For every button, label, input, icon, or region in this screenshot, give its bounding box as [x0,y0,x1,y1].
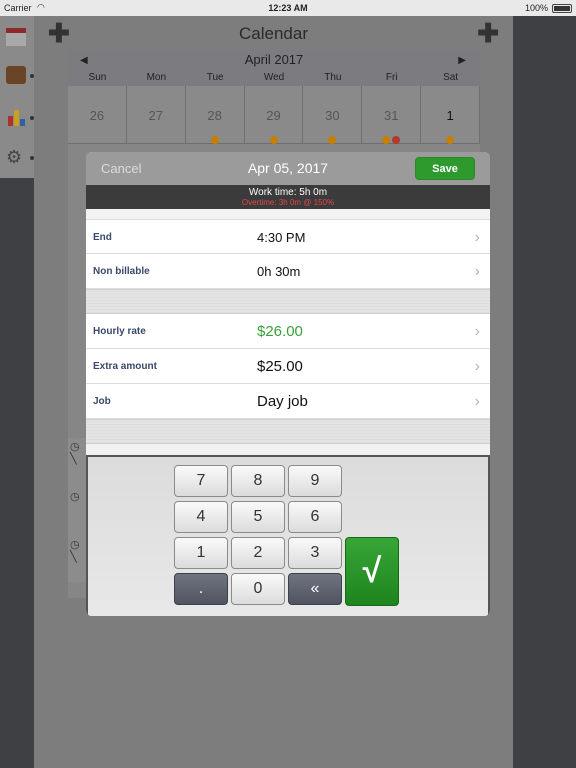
event-dot [392,136,401,144]
background-strip [513,16,576,768]
event-dot [328,136,337,144]
row-value: 0h 30m [257,264,301,279]
weekday-label: Fri [385,72,398,83]
day-number: 31 [383,108,399,123]
row-label: Job [93,396,111,407]
calendar-day[interactable]: 30 [303,86,363,144]
sidebar: ⚙ [0,16,34,178]
gear-icon[interactable]: ⚙ [6,148,26,166]
section-separator [86,289,490,314]
month-label: April 2017 [244,52,304,67]
status-time: 12:23 AM [268,3,308,13]
event-dots [421,131,479,149]
calendar-day[interactable]: 26 [68,86,127,144]
day-number: 30 [325,108,340,123]
event-dots [362,131,420,149]
day-number: 29 [266,108,281,123]
save-button[interactable]: Save [415,157,475,180]
key-5-button[interactable]: 5 [231,501,285,533]
chevron-right-icon: › [474,263,480,280]
event-dots [186,131,244,149]
weekday-label: Sat [443,72,459,83]
battery-icon [552,4,572,13]
event-dots [303,131,361,149]
briefcase-icon[interactable] [6,66,26,84]
job-row[interactable]: Job Day job › [86,384,490,419]
row-label: Hourly rate [93,326,146,337]
calendar-day[interactable]: 31 [362,86,422,144]
weekday-label: Wed [263,72,285,83]
form-rows: End 4:30 PM › Non billable 0h 30m › Hour… [86,209,490,444]
weekday-label: Mon [146,72,167,83]
section-separator [86,419,490,444]
weekday-row: Sun Mon Tue Wed Thu Fri Sat [68,72,480,83]
page-title: Calendar [239,24,308,43]
event-dots [245,131,303,149]
status-bar: Carrier ◠ 12:23 AM 100% [0,0,576,16]
timeline-icons: ◷ ╲ ◷ ◷ ╲ [68,438,86,582]
row-value: Day job [257,393,308,410]
next-month-icon[interactable]: ▶ [458,55,466,66]
calendar-header: ◀ April 2017 ▶ Sun Mon Tue Wed Thu Fri Sat [68,50,480,86]
chevron-right-icon: › [474,393,480,410]
key-decimal-button[interactable]: . [174,573,228,605]
key-6-button[interactable]: 6 [288,501,342,533]
key-4-button[interactable]: 4 [174,501,228,533]
weekday-label: Tue [206,72,224,83]
edit-entry-modal: Cancel Apr 05, 2017 Save Work time: 5h 0… [86,152,490,616]
chevron-right-icon: › [474,229,480,246]
non-billable-row[interactable]: Non billable 0h 30m › [86,254,490,289]
event-dot [210,136,219,144]
key-1-button[interactable]: 1 [174,537,228,569]
day-number: 1 [446,108,454,123]
overtime-label: Overtime: 3h 0m @ 150% [241,198,335,207]
key-3-button[interactable]: 3 [288,537,342,569]
chart-icon[interactable] [6,108,26,126]
add-icon-right[interactable]: ✚ [477,20,499,46]
key-7-button[interactable]: 7 [174,465,228,497]
calendar-icon[interactable] [6,28,26,46]
key-9-button[interactable]: 9 [288,465,342,497]
battery-label: 100% [524,3,548,13]
work-time-banner: Work time: 5h 0m Overtime: 3h 0m @ 150% [86,185,490,209]
weekday-label: Thu [324,72,342,83]
key-2-button[interactable]: 2 [231,537,285,569]
key-8-button[interactable]: 8 [231,465,285,497]
pencil-icon: ╲ [70,551,77,563]
calendar-day[interactable]: 1 [421,86,481,144]
row-value: 4:30 PM [257,230,306,245]
chevron-right-icon: › [474,323,480,340]
key-backspace-button[interactable]: « [288,573,342,605]
row-value: $26.00 [257,323,303,340]
hourly-rate-row[interactable]: Hourly rate $26.00 › [86,314,490,349]
event-dot [446,136,455,144]
pencil-icon: ╲ [70,453,77,465]
numeric-keypad: √ 7 8 9 4 5 6 1 2 3. 0 « [86,455,490,616]
row-label: Extra amount [93,361,157,372]
weekday-label: Sun [88,72,107,83]
key-0-button[interactable]: 0 [231,573,285,605]
work-time-label: Work time: 5h 0m [248,187,328,198]
row-value: $25.00 [257,358,303,375]
modal-header: Cancel Apr 05, 2017 Save [86,152,490,185]
spacer [86,209,490,219]
row-label: Non billable [93,266,150,277]
day-number: 26 [89,108,105,123]
calendar-day[interactable]: 29 [244,86,304,144]
end-row[interactable]: End 4:30 PM › [86,219,490,254]
calendar-day[interactable]: 28 [185,86,245,144]
week-row: 26 27 28 29 30 31 1 [68,86,481,144]
event-dot [269,136,278,144]
extra-amount-row[interactable]: Extra amount $25.00 › [86,349,490,384]
day-number: 27 [148,108,164,123]
calendar-day[interactable]: 27 [126,86,186,144]
row-label: End [93,232,112,243]
clock-icon: ◷ [70,491,80,503]
chevron-right-icon: › [474,358,480,375]
confirm-button[interactable]: √ [345,537,399,606]
day-number: 28 [207,108,222,123]
event-dot [382,136,391,144]
